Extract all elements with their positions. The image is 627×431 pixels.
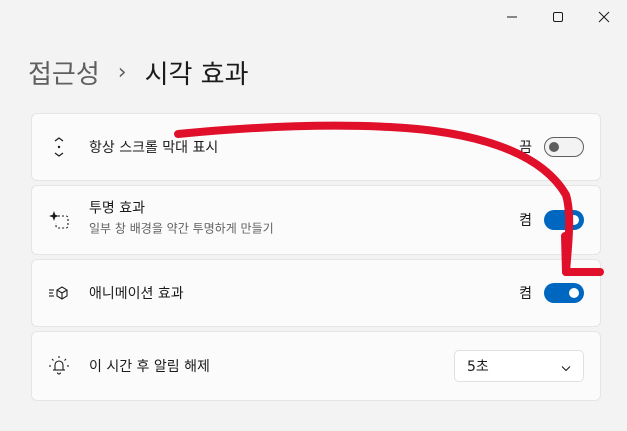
setting-label: 투명 효과 일부 창 배경을 약간 투명하게 만들기	[89, 197, 274, 236]
minimize-icon	[507, 16, 517, 18]
window-controls	[489, 0, 627, 34]
maximize-icon	[553, 12, 563, 22]
animation-icon	[48, 282, 70, 304]
minimize-button[interactable]	[489, 0, 535, 34]
setting-label: 애니메이션 효과	[89, 286, 184, 302]
page-title: 시각 효과	[144, 60, 249, 90]
dismiss-time-dropdown[interactable]: 5초	[454, 350, 584, 382]
scrollbars-toggle[interactable]	[544, 137, 584, 157]
breadcrumb: 접근성 › 시각 효과	[28, 54, 249, 91]
toggle-state-label: 켬	[519, 286, 532, 302]
setting-label: 이 시간 후 알림 해제	[89, 359, 210, 375]
toggle-state-label: 켬	[519, 213, 532, 229]
notification-timer-icon	[48, 355, 70, 377]
toggle-state-label: 끔	[519, 140, 532, 156]
animation-toggle[interactable]	[544, 283, 584, 303]
setting-notification-dismiss: 이 시간 후 알림 해제 5초	[31, 331, 601, 401]
close-icon	[598, 11, 610, 23]
setting-title: 투명 효과	[89, 200, 145, 217]
setting-animation: 애니메이션 효과 켬	[31, 259, 601, 327]
dropdown-value: 5초	[467, 359, 489, 375]
close-button[interactable]	[581, 0, 627, 34]
setting-label: 항상 스크롤 막대 표시	[89, 140, 219, 156]
setting-description: 일부 창 배경을 약간 투명하게 만들기	[89, 221, 274, 236]
chevron-down-icon	[561, 357, 571, 376]
setting-transparency: 투명 효과 일부 창 배경을 약간 투명하게 만들기 켬	[31, 185, 601, 255]
transparency-icon	[48, 209, 70, 231]
maximize-button[interactable]	[535, 0, 581, 34]
breadcrumb-separator: ›	[117, 60, 127, 85]
setting-scrollbars: 항상 스크롤 막대 표시 끔	[31, 113, 601, 181]
scrollbar-icon	[48, 136, 70, 158]
transparency-toggle[interactable]	[544, 210, 584, 230]
breadcrumb-parent-link[interactable]: 접근성	[28, 54, 100, 91]
